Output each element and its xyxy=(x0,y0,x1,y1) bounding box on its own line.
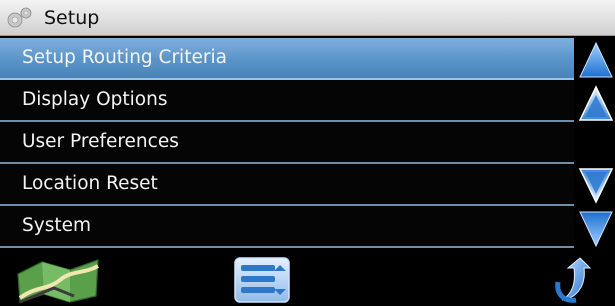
menu-item-label: System xyxy=(22,215,91,236)
line-up-icon[interactable] xyxy=(578,83,614,123)
page-title: Setup xyxy=(44,7,100,29)
scroll-controls xyxy=(576,36,615,252)
list-icon[interactable] xyxy=(233,256,291,304)
menu-item-user-preferences[interactable]: User Preferences xyxy=(0,122,574,164)
bottom-toolbar xyxy=(0,252,615,306)
title-bar: Setup xyxy=(0,0,615,36)
menu-item-label: Location Reset xyxy=(22,173,158,194)
menu-item-location-reset[interactable]: Location Reset xyxy=(0,164,574,206)
setup-menu: Setup Routing Criteria Display Options U… xyxy=(0,38,574,248)
line-down-icon[interactable] xyxy=(578,166,614,206)
page-down-icon[interactable] xyxy=(578,209,614,249)
gear-icon xyxy=(7,7,32,28)
back-arrow-icon[interactable] xyxy=(550,254,594,304)
menu-item-setup-routing-criteria[interactable]: Setup Routing Criteria xyxy=(0,38,574,80)
map-icon[interactable] xyxy=(14,256,102,304)
menu-item-system[interactable]: System xyxy=(0,206,574,248)
page-up-icon[interactable] xyxy=(578,40,614,80)
menu-item-label: User Preferences xyxy=(22,131,179,152)
menu-item-label: Display Options xyxy=(22,89,168,110)
menu-item-display-options[interactable]: Display Options xyxy=(0,80,574,122)
menu-item-label: Setup Routing Criteria xyxy=(22,47,227,68)
